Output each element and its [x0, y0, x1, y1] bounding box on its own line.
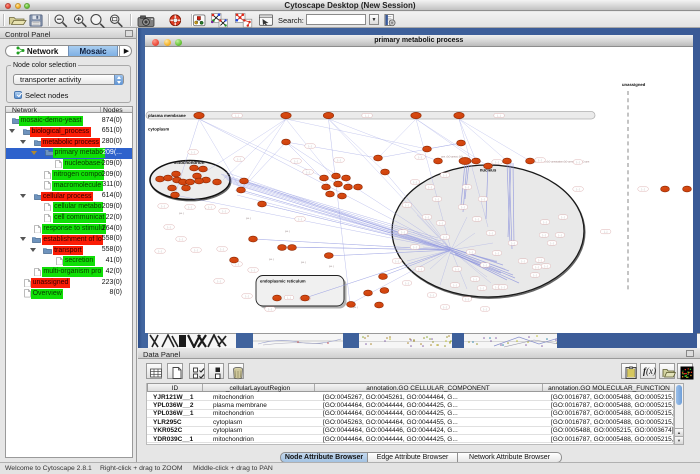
svg-text:[...]: [...]: [475, 218, 478, 221]
svg-text:[...]: [...]: [497, 115, 500, 118]
svg-text:[...]: [...]: [561, 216, 564, 219]
svg-text:[...]: [...]: [188, 206, 191, 209]
svg-text:mitochondrion: mitochondrion: [174, 160, 205, 165]
svg-text:[...]: [...]: [461, 206, 464, 209]
svg-text:[...]: [...]: [544, 265, 547, 268]
svg-text:[...]: [...]: [558, 234, 561, 237]
svg-text:[...]: [...]: [425, 216, 428, 219]
svg-text:[an..]: [an..]: [246, 217, 251, 220]
svg-text:[...]: [...]: [208, 206, 211, 209]
svg-text:[...]: [...]: [161, 205, 164, 208]
svg-text:[...]: [...]: [511, 242, 514, 245]
svg-text:[an..]: [an..]: [179, 212, 184, 215]
svg-text:[...]: [...]: [308, 145, 311, 148]
svg-text:[...]: [...]: [167, 226, 170, 229]
svg-text:[...]: [...]: [465, 298, 468, 301]
svg-text:[...]: [...]: [604, 231, 607, 234]
svg-text:[...]: [...]: [443, 236, 446, 239]
svg-text:[...]: [...]: [222, 210, 225, 213]
svg-text:[...]: [...]: [405, 204, 408, 207]
svg-text:[...]: [...]: [483, 308, 486, 311]
svg-text:[...]: [...]: [453, 284, 456, 287]
svg-text:[...]: [...]: [179, 238, 182, 241]
svg-text:[...]: [...]: [365, 115, 368, 118]
svg-text:[...]: [...]: [576, 161, 579, 164]
svg-text:[...]: [...]: [245, 295, 248, 298]
svg-text:[...]: [...]: [430, 294, 433, 297]
svg-text:[...]: [...]: [443, 174, 446, 177]
svg-text:[...]: [...]: [287, 297, 290, 300]
svg-text:[...]: [...]: [191, 151, 194, 154]
svg-text:[...]: [...]: [542, 234, 545, 237]
svg-text:[...]: [...]: [401, 231, 404, 234]
svg-text:[...]: [...]: [268, 308, 271, 311]
svg-text:[...]: [...]: [413, 181, 416, 184]
svg-text:[...]: [...]: [469, 251, 472, 254]
svg-text:[...]: [...]: [439, 222, 442, 225]
svg-text:[...]: [...]: [533, 274, 536, 277]
svg-text:[...]: [...]: [550, 242, 553, 245]
svg-text:[...]: [...]: [538, 259, 541, 262]
svg-text:[...]: [...]: [495, 252, 498, 255]
svg-text:[...]: [...]: [455, 268, 458, 271]
svg-text:[...]: [...]: [405, 282, 408, 285]
svg-text:ann..GO annot..GO: ann..GO annot..GO: [441, 156, 463, 159]
svg-text:cytoplasm: cytoplasm: [148, 127, 169, 132]
svg-text:[...]: [...]: [306, 171, 309, 174]
svg-text:[...]: [...]: [235, 263, 238, 266]
svg-text:[...]: [...]: [294, 160, 297, 163]
svg-text:[...]: [...]: [418, 156, 421, 159]
svg-text:[...]: [...]: [251, 269, 254, 272]
svg-text:[an..]: [an..]: [269, 258, 274, 261]
svg-text:[...]: [...]: [495, 161, 498, 164]
svg-text:[...]: [...]: [418, 268, 421, 271]
svg-text:plasma membrane: plasma membrane: [148, 113, 186, 118]
svg-text:[...]: [...]: [237, 158, 240, 161]
svg-text:[...]: [...]: [298, 218, 301, 221]
svg-text:[...]: [...]: [443, 306, 446, 309]
svg-text:[...]: [...]: [521, 260, 524, 263]
svg-text:[...]: [...]: [435, 198, 438, 201]
svg-text:[...]: [...]: [158, 250, 161, 253]
svg-text:[...]: [...]: [489, 232, 492, 235]
svg-text:[...]: [...]: [641, 188, 644, 191]
svg-text:[...]: [...]: [428, 186, 431, 189]
svg-text:[...]: [...]: [413, 246, 416, 249]
svg-text:[...]: [...]: [576, 188, 579, 191]
svg-text:[an..]: [an..]: [301, 261, 306, 264]
svg-text:[...]: [...]: [395, 260, 398, 263]
svg-text:unassigned: unassigned: [622, 82, 645, 87]
svg-text:[an..]: [an..]: [329, 265, 334, 268]
svg-text:[...]: [...]: [473, 278, 476, 281]
svg-text:[...]: [...]: [217, 280, 220, 283]
svg-text:[...]: [...]: [337, 159, 340, 162]
svg-text:[...]: [...]: [235, 115, 238, 118]
svg-text:[...]: [...]: [501, 286, 504, 289]
svg-text:[...]: [...]: [483, 264, 486, 267]
svg-text:[...]: [...]: [535, 266, 538, 269]
svg-text:[an..]: [an..]: [285, 230, 290, 233]
svg-text:[...]: [...]: [481, 198, 484, 201]
svg-text:[...]: [...]: [480, 287, 483, 290]
svg-text:endoplasmic reticulum: endoplasmic reticulum: [260, 279, 306, 284]
svg-text:[...]: [...]: [543, 221, 546, 224]
svg-text:[...]: [...]: [194, 249, 197, 252]
svg-text:[...]: [...]: [220, 248, 223, 251]
svg-text:[...]: [...]: [465, 186, 468, 189]
svg-text:[...]: [...]: [538, 159, 541, 162]
